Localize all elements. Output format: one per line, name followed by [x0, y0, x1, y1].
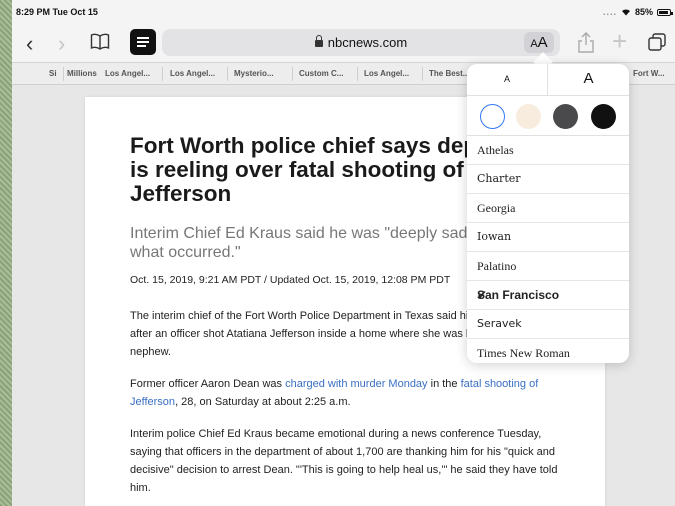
- bookmark-divider: [227, 67, 228, 81]
- charged-with-murder-link[interactable]: charged with murder Monday: [285, 378, 427, 390]
- bookmark-item[interactable]: Los Angel...: [170, 69, 215, 78]
- theme-sepia-swatch[interactable]: [516, 104, 541, 129]
- bookmark-item[interactable]: Custom C...: [299, 69, 343, 78]
- share-icon[interactable]: [577, 32, 595, 54]
- status-time: 8:29 PM Tue Oct 15: [16, 7, 98, 17]
- reader-appearance-popover: A A Athelas Charter Georgia Iowan Palati…: [467, 64, 629, 363]
- font-option-palatino[interactable]: Palatino: [467, 252, 629, 281]
- aa-small-label: A: [530, 38, 538, 50]
- signal-dots-icon: ....: [602, 7, 617, 17]
- text-size-controls: A A: [467, 64, 629, 96]
- font-option-athelas[interactable]: Athelas: [467, 136, 629, 165]
- aa-large-label: A: [537, 34, 548, 51]
- font-option-times-new-roman[interactable]: Times New Roman: [467, 339, 629, 368]
- bookmarks-book-icon[interactable]: [90, 32, 110, 50]
- font-option-charter[interactable]: Charter: [467, 165, 629, 194]
- bookmark-item[interactable]: Fort W...: [633, 69, 665, 78]
- ipad-screen: 8:29 PM Tue Oct 15 .... 85% ‹ › nbcnews.…: [12, 0, 675, 506]
- bookmark-item[interactable]: Si: [49, 69, 57, 78]
- font-option-label: Times New Roman: [477, 346, 570, 360]
- font-option-label: Palatino: [477, 259, 517, 273]
- wifi-icon: [621, 9, 630, 16]
- font-option-label: Athelas: [477, 143, 514, 157]
- url-text: nbcnews.com: [162, 35, 560, 50]
- back-chevron-icon[interactable]: ‹: [26, 31, 33, 57]
- bookmark-divider: [357, 67, 358, 81]
- theme-white-swatch[interactable]: [480, 104, 505, 129]
- battery-percent: 85%: [634, 7, 653, 17]
- new-tab-plus-icon[interactable]: +: [612, 26, 627, 57]
- decrease-font-button[interactable]: A: [467, 74, 547, 84]
- bookmark-item[interactable]: Los Angel...: [105, 69, 150, 78]
- battery-icon: [657, 8, 673, 16]
- status-right: .... 85%: [602, 7, 673, 17]
- forward-chevron-icon[interactable]: ›: [58, 31, 65, 57]
- theme-black-swatch[interactable]: [591, 104, 616, 129]
- bookmark-item[interactable]: Mysterio...: [234, 69, 274, 78]
- reader-view-icon[interactable]: [130, 29, 156, 55]
- font-option-label: Charter: [477, 172, 521, 185]
- increase-font-button[interactable]: A: [548, 70, 629, 87]
- status-bar: 8:29 PM Tue Oct 15 .... 85%: [12, 0, 675, 24]
- bookmark-divider: [422, 67, 423, 81]
- article-paragraph: Former officer Aaron Dean was charged wi…: [130, 375, 570, 411]
- tabs-overview-icon[interactable]: [648, 33, 666, 51]
- bookmark-divider: [162, 67, 163, 81]
- bookmark-item[interactable]: Los Angel...: [364, 69, 409, 78]
- article-paragraph: Interim police Chief Ed Kraus became emo…: [130, 428, 558, 494]
- lock-icon: [314, 35, 323, 47]
- font-option-label: Iowan: [477, 230, 512, 243]
- device-frame: [0, 0, 12, 506]
- font-option-iowan[interactable]: Iowan: [467, 223, 629, 252]
- bookmark-item[interactable]: The Best...: [429, 69, 469, 78]
- paragraph-text: , 28, on Saturday at about 2:25 a.m.: [175, 396, 351, 408]
- address-bar[interactable]: nbcnews.com AA: [162, 29, 560, 56]
- font-option-san-francisco[interactable]: San Francisco ✔: [467, 281, 629, 310]
- paragraph-text: in the: [427, 378, 461, 390]
- font-option-seravek[interactable]: Seravek: [467, 310, 629, 339]
- checkmark-icon: ✔: [477, 288, 488, 302]
- bookmark-item[interactable]: Millions: [67, 69, 97, 78]
- theme-swatches: [467, 96, 629, 136]
- bookmark-divider: [63, 67, 64, 81]
- paragraph-text: Former officer Aaron Dean was: [130, 378, 286, 390]
- bookmark-divider: [292, 67, 293, 81]
- font-option-label: Seravek: [477, 317, 522, 330]
- browser-toolbar: ‹ › nbcnews.com AA +: [12, 24, 675, 62]
- url-label: nbcnews.com: [327, 35, 408, 50]
- font-option-georgia[interactable]: Georgia: [467, 194, 629, 223]
- font-option-label: Georgia: [477, 201, 516, 215]
- text-size-button[interactable]: AA: [524, 32, 554, 53]
- theme-gray-swatch[interactable]: [553, 104, 578, 129]
